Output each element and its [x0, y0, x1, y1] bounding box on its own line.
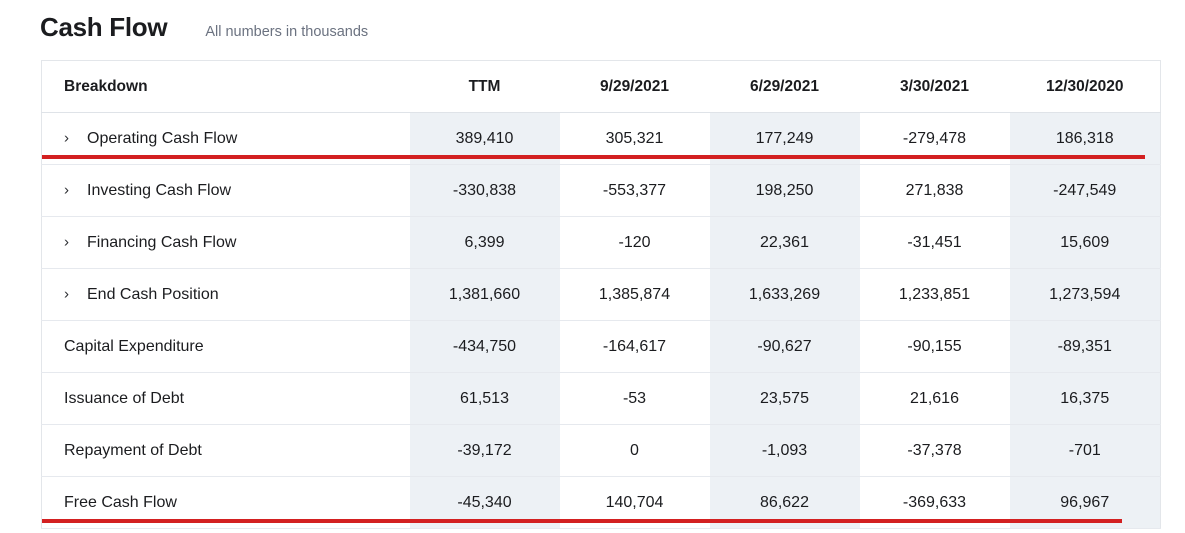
row-label: Operating Cash Flow — [87, 129, 238, 147]
table-cell: -39,172 — [409, 424, 560, 477]
table-cell: -164,617 — [559, 320, 710, 373]
column-header-breakdown[interactable]: Breakdown — [41, 60, 410, 113]
table-cell: -37,378 — [859, 424, 1010, 477]
table-cell: 1,385,874 — [559, 268, 710, 321]
table-row[interactable]: › Investing Cash Flow -330,838 -553,377 198,… — [41, 164, 1161, 217]
table-cell: 15,609 — [1009, 216, 1161, 269]
table-cell: -90,627 — [709, 320, 860, 373]
table-cell: 16,375 — [1009, 372, 1161, 425]
chevron-right-icon[interactable]: › — [64, 129, 80, 146]
table-cell: 271,838 — [859, 164, 1010, 217]
table-header: Breakdown TTM 9/29/2021 6/29/2021 3/30/2… — [41, 60, 1161, 113]
chevron-right-icon[interactable]: › — [64, 285, 80, 302]
table-cell: -330,838 — [409, 164, 560, 217]
row-label-cell[interactable]: Capital Expenditure — [41, 320, 410, 373]
table-cell: 389,410 — [409, 112, 560, 165]
table-cell: 186,318 — [1009, 112, 1161, 165]
table-cell: -369,633 — [859, 476, 1010, 529]
table-body: › Operating Cash Flow 389,410 305,321 177,24… — [41, 112, 1161, 529]
column-header-2021-06-29[interactable]: 6/29/2021 — [709, 60, 860, 113]
table-cell: -279,478 — [859, 112, 1010, 165]
table-cell: 140,704 — [559, 476, 710, 529]
column-header-2020-12-30[interactable]: 12/30/2020 — [1009, 60, 1161, 113]
table-cell: 61,513 — [409, 372, 560, 425]
table-row[interactable]: › End Cash Position 1,381,660 1,385,874 1,63… — [41, 268, 1161, 321]
table-cell: 177,249 — [709, 112, 860, 165]
column-header-2021-03-30[interactable]: 3/30/2021 — [859, 60, 1010, 113]
page-subtitle: All numbers in thousands — [205, 24, 369, 40]
table-cell: 1,273,594 — [1009, 268, 1161, 321]
row-label-cell[interactable]: Free Cash Flow — [41, 476, 410, 529]
table-cell: 1,381,660 — [409, 268, 560, 321]
table-cell: 305,321 — [559, 112, 710, 165]
table-row[interactable]: › Financing Cash Flow 6,399 -120 22,361 -31,4… — [41, 216, 1161, 269]
table-cell: -89,351 — [1009, 320, 1161, 373]
cash-flow-table: Breakdown TTM 9/29/2021 6/29/2021 3/30/2… — [41, 60, 1161, 529]
row-label: Capital Expenditure — [64, 337, 204, 355]
table-cell: -90,155 — [859, 320, 1010, 373]
table-cell: 0 — [559, 424, 710, 477]
row-label: End Cash Position — [87, 285, 219, 303]
table-cell: 22,361 — [709, 216, 860, 269]
row-label-cell[interactable]: › End Cash Position — [41, 268, 410, 321]
row-label-cell[interactable]: › Operating Cash Flow — [41, 112, 410, 165]
cash-flow-table-container: Breakdown TTM 9/29/2021 6/29/2021 3/30/2… — [41, 60, 1161, 533]
row-label-cell[interactable]: Repayment of Debt — [41, 424, 410, 477]
column-header-ttm[interactable]: TTM — [409, 60, 560, 113]
table-cell: -53 — [559, 372, 710, 425]
row-label: Free Cash Flow — [64, 493, 177, 511]
table-cell: 1,633,269 — [709, 268, 860, 321]
row-label: Financing Cash Flow — [87, 233, 237, 251]
table-cell: 1,233,851 — [859, 268, 1010, 321]
table-cell: 23,575 — [709, 372, 860, 425]
row-label-cell[interactable]: › Financing Cash Flow — [41, 216, 410, 269]
table-cell: 21,616 — [859, 372, 1010, 425]
table-cell: -247,549 — [1009, 164, 1161, 217]
table-row[interactable]: Free Cash Flow -45,340 140,704 86,622 -369,6… — [41, 476, 1161, 529]
table-cell: -120 — [559, 216, 710, 269]
table-cell: 86,622 — [709, 476, 860, 529]
table-row[interactable]: Issuance of Debt 61,513 -53 23,575 21,616 16,… — [41, 372, 1161, 425]
column-header-2021-09-29[interactable]: 9/29/2021 — [559, 60, 710, 113]
table-row[interactable]: Repayment of Debt -39,172 0 -1,093 -37,378 -7… — [41, 424, 1161, 477]
cash-flow-page: Cash Flow All numbers in thousands Break… — [0, 0, 1185, 533]
chevron-right-icon[interactable]: › — [64, 181, 80, 198]
page-header: Cash Flow All numbers in thousands — [40, 10, 368, 49]
table-cell: -434,750 — [409, 320, 560, 373]
row-label: Issuance of Debt — [64, 389, 185, 407]
table-cell: -701 — [1009, 424, 1161, 477]
table-cell: 198,250 — [709, 164, 860, 217]
table-cell: 96,967 — [1009, 476, 1161, 529]
row-label: Investing Cash Flow — [87, 181, 232, 199]
table-row[interactable]: Capital Expenditure -434,750 -164,617 -90,6… — [41, 320, 1161, 373]
page-title: Cash Flow — [40, 12, 168, 42]
table-header-row: Breakdown TTM 9/29/2021 6/29/2021 3/30/2… — [41, 60, 1161, 113]
row-label-cell[interactable]: Issuance of Debt — [41, 372, 410, 425]
table-cell: 6,399 — [409, 216, 560, 269]
table-cell: -1,093 — [709, 424, 860, 477]
chevron-right-icon[interactable]: › — [64, 233, 80, 250]
row-label-cell[interactable]: › Investing Cash Flow — [41, 164, 410, 217]
row-label: Repayment of Debt — [64, 441, 202, 459]
table-cell: -31,451 — [859, 216, 1010, 269]
table-cell: -45,340 — [409, 476, 560, 529]
table-cell: -553,377 — [559, 164, 710, 217]
table-row[interactable]: › Operating Cash Flow 389,410 305,321 177,24… — [41, 112, 1161, 165]
